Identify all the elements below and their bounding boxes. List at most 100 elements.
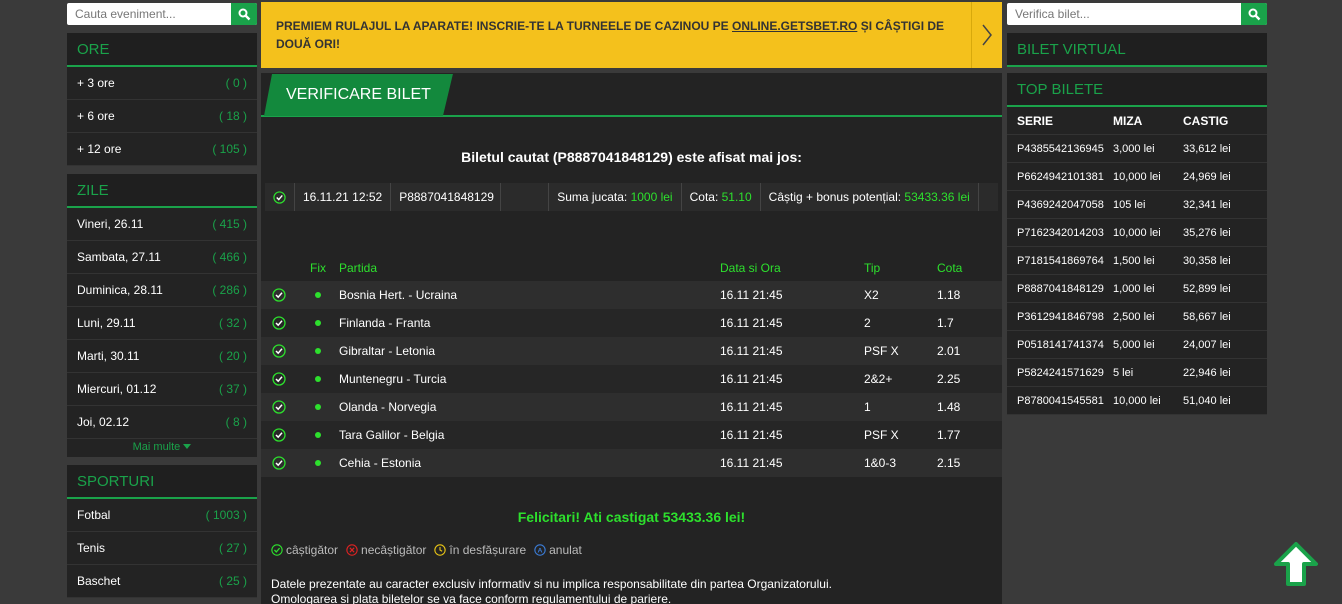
back-to-top-button[interactable]	[1274, 542, 1318, 586]
arrow-up-icon	[1274, 542, 1318, 586]
top-ticket-miza: 10,000 lei	[1113, 395, 1161, 407]
check-circle-icon	[272, 400, 286, 414]
sport-item-label: Baschet	[77, 574, 121, 588]
zile-item-label: Luni, 29.11	[77, 316, 136, 330]
zile-item[interactable]: Sambata, 27.11 ( 466 )	[67, 241, 257, 274]
row-fix	[297, 393, 339, 421]
status-dot-icon	[315, 320, 321, 326]
sport-item[interactable]: Baschet ( 25 )	[67, 565, 257, 598]
row-tip: 2&2+	[864, 372, 893, 386]
serie-column-header: SERIE	[1017, 114, 1054, 128]
more-days-link[interactable]: Mai multe	[67, 439, 257, 457]
status-dot-icon	[315, 292, 321, 298]
sport-item[interactable]: Fotbal ( 1003 )	[67, 499, 257, 532]
stake-label: Suma jucata:	[557, 190, 631, 204]
promo-banner[interactable]: PREMIEM RULAJUL LA APARATE! INSCRIE-TE L…	[261, 2, 1002, 68]
table-row: Gibraltar - Letonia 16.11 21:45 PSF X 2.01	[261, 337, 1002, 365]
ticket-win: Câștig + bonus potențial: 53433.36 lei	[761, 183, 979, 211]
x-circle-icon	[346, 544, 358, 556]
row-odds: 1.48	[937, 400, 961, 414]
svg-text:A: A	[538, 548, 543, 555]
status-dot-icon	[315, 348, 321, 354]
ticket-search-button[interactable]	[1241, 3, 1267, 25]
odds-value: 51.10	[721, 190, 752, 204]
legend-cancelled: A anulat	[534, 543, 582, 557]
row-status	[261, 281, 297, 309]
zile-item[interactable]: Marti, 30.11 ( 20 )	[67, 340, 257, 373]
top-ticket-serie: P7162342014203	[1017, 227, 1104, 239]
odds-label: Cota:	[689, 190, 722, 204]
ore-item[interactable]: + 12 ore ( 105 )	[67, 133, 257, 166]
bets-table: Fix Partida Data si Ora Tip Cota Bosnia …	[261, 255, 1002, 477]
legend-won: câștigător	[271, 543, 338, 557]
stake-value: 1000 lei	[630, 190, 673, 204]
row-datetime: 16.11 21:45	[720, 456, 783, 470]
zile-item-count: ( 286 )	[212, 283, 247, 297]
row-match: Muntenegru - Turcia	[339, 372, 447, 386]
top-ticket-castig: 24,007 lei	[1183, 339, 1231, 351]
zile-item[interactable]: Joi, 02.12 ( 8 )	[67, 406, 257, 439]
more-days-label: Mai multe	[132, 441, 181, 453]
verify-ticket-tab[interactable]: VERIFICARE BILET	[264, 74, 453, 116]
ticket-status	[265, 183, 295, 211]
event-search-button[interactable]	[231, 3, 257, 25]
row-fix	[297, 365, 339, 393]
row-match: Tara Galilor - Belgia	[339, 428, 445, 442]
sport-item[interactable]: Tenis ( 27 )	[67, 532, 257, 565]
found-message: Biletul cautat (P8887041848129) este afi…	[461, 149, 802, 165]
top-ticket-miza: 105 lei	[1113, 199, 1146, 211]
top-tickets-title: TOP BILETE	[1007, 73, 1267, 107]
top-ticket-row[interactable]: P3612941846798 2,500 lei 58,667 lei	[1007, 303, 1267, 331]
ticket-search-input[interactable]	[1007, 3, 1241, 25]
event-search-input[interactable]	[67, 3, 231, 25]
top-ticket-castig: 32,341 lei	[1183, 199, 1231, 211]
zile-item[interactable]: Luni, 29.11 ( 32 )	[67, 307, 257, 340]
ore-item[interactable]: + 3 ore ( 0 )	[67, 67, 257, 100]
virtual-ticket-panel[interactable]: BILET VIRTUAL	[1007, 33, 1267, 67]
event-search-box	[67, 3, 257, 25]
top-ticket-row[interactable]: P8887041848129 1,000 lei 52,899 lei	[1007, 275, 1267, 303]
top-ticket-row[interactable]: P7181541869764 1,500 lei 30,358 lei	[1007, 247, 1267, 275]
top-ticket-row[interactable]: P0518141741374 5,000 lei 24,007 lei	[1007, 331, 1267, 359]
top-ticket-miza: 5,000 lei	[1113, 339, 1155, 351]
status-dot-icon	[315, 376, 321, 382]
table-row: Muntenegru - Turcia 16.11 21:45 2&2+ 2.25	[261, 365, 1002, 393]
top-ticket-row[interactable]: P7162342014203 10,000 lei 35,276 lei	[1007, 219, 1267, 247]
row-fix	[297, 337, 339, 365]
top-ticket-castig: 30,358 lei	[1183, 255, 1231, 267]
top-ticket-row[interactable]: P6624942101381 10,000 lei 24,969 lei	[1007, 163, 1267, 191]
row-odds: 1.77	[937, 428, 961, 442]
status-dot-icon	[315, 432, 321, 438]
promo-next-button[interactable]	[971, 2, 1002, 68]
sport-item-count: ( 1003 )	[205, 508, 247, 522]
check-circle-icon	[272, 288, 286, 302]
status-column-header	[261, 255, 297, 281]
legend-cancelled-label: anulat	[549, 543, 582, 557]
zile-item-count: ( 415 )	[212, 217, 247, 231]
cancel-circle-icon: A	[534, 544, 546, 556]
promo-link[interactable]: ONLINE.GETSBET.RO	[732, 19, 857, 33]
zile-item-label: Miercuri, 01.12	[77, 382, 157, 396]
row-tip: 2	[864, 316, 871, 330]
legend-lost-label: necâștigător	[361, 543, 427, 557]
top-ticket-castig: 24,969 lei	[1183, 171, 1231, 183]
row-odds: 1.7	[937, 316, 954, 330]
sport-item-count: ( 27 )	[218, 541, 247, 555]
ore-item[interactable]: + 6 ore ( 18 )	[67, 100, 257, 133]
row-odds: 2.15	[937, 456, 961, 470]
ore-item-label: + 12 ore	[77, 142, 122, 156]
top-ticket-row[interactable]: P4369242047058 105 lei 32,341 lei	[1007, 191, 1267, 219]
top-tickets-header: SERIE MIZA CASTIG	[1007, 107, 1267, 135]
top-ticket-row[interactable]: P4385542136945 3,000 lei 33,612 lei	[1007, 135, 1267, 163]
top-ticket-row[interactable]: P5824241571629 5 lei 22,946 lei	[1007, 359, 1267, 387]
zile-item[interactable]: Vineri, 26.11 ( 415 )	[67, 208, 257, 241]
odds-column-header: Cota	[937, 261, 963, 275]
zile-item[interactable]: Duminica, 28.11 ( 286 )	[67, 274, 257, 307]
zile-item[interactable]: Miercuri, 01.12 ( 37 )	[67, 373, 257, 406]
miza-column-header: MIZA	[1113, 114, 1143, 128]
top-ticket-castig: 33,612 lei	[1183, 143, 1231, 155]
zile-item-label: Sambata, 27.11	[77, 250, 161, 264]
castig-column-header: CASTIG	[1183, 114, 1229, 128]
status-dot-icon	[315, 404, 321, 410]
top-ticket-row[interactable]: P8780041545581 10,000 lei 51,040 lei	[1007, 387, 1267, 415]
